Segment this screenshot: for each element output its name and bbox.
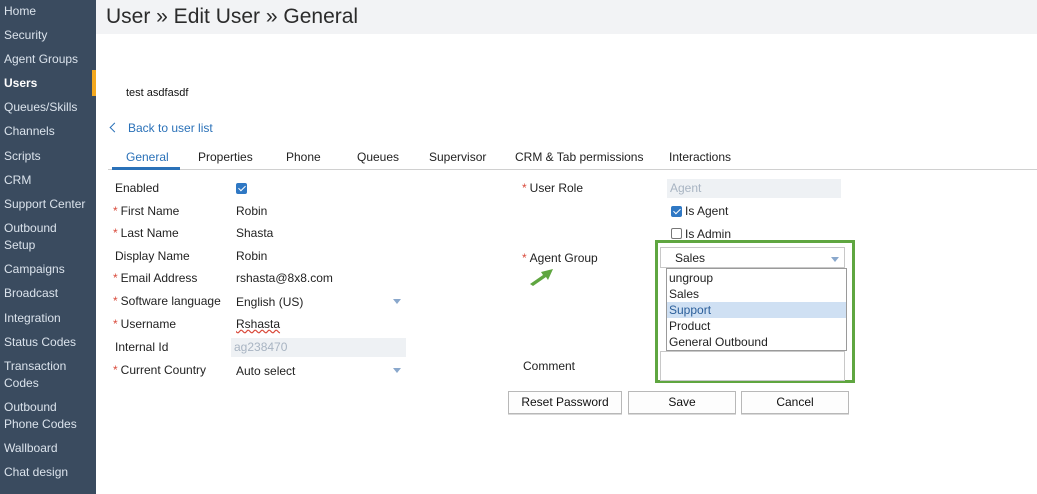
software-language-label: * Software language [113,294,221,308]
save-button[interactable]: Save [628,391,736,414]
username-label-text: Username [120,317,177,331]
required-marker: * [113,294,118,308]
sidebar-item-outbound-setup[interactable]: Outbound Setup [0,220,96,254]
display-name-label: Display Name [115,249,190,263]
internal-id-field: ag238470 [231,338,406,357]
tab-properties[interactable]: Properties [198,150,253,164]
green-arrow-icon [530,269,553,286]
is-agent-label: Is Agent [685,204,729,218]
tab-general[interactable]: General [126,150,169,164]
first-name-label: * First Name [113,204,179,218]
back-link-label: Back to user list [128,121,213,135]
cancel-button[interactable]: Cancel [741,391,849,414]
chevron-down-icon[interactable] [393,368,401,373]
sidebar-item-label: Codes [4,376,39,390]
sidebar-item-agent-groups[interactable]: Agent Groups [0,51,96,68]
user-role-label: * User Role [522,181,583,195]
agent-group-option-sales[interactable]: Sales [667,286,846,302]
sidebar: Home Security Agent Groups Users Queues/… [0,0,96,494]
agent-group-option-ungroup[interactable]: ungroup [667,270,846,286]
agent-group-select[interactable]: Sales [660,247,845,268]
sidebar-item-label: Outbound [4,221,57,235]
chevron-down-icon[interactable] [831,257,839,262]
email-field[interactable]: rshasta@8x8.com [236,271,333,285]
sidebar-item-home[interactable]: Home [0,3,96,20]
sidebar-item-scripts[interactable]: Scripts [0,148,96,165]
chevron-down-icon[interactable] [393,299,401,304]
user-role-label-text: User Role [529,181,584,195]
last-name-label: * Last Name [113,226,179,240]
internal-id-label: Internal Id [115,340,169,354]
last-name-label-text: Last Name [120,226,179,240]
required-marker: * [113,226,118,240]
email-label-text: Email Address [120,271,198,285]
agent-group-label: * Agent Group [522,251,598,265]
username-field[interactable]: Rshasta [236,317,280,331]
required-marker: * [113,363,118,377]
sidebar-item-outbound-phone-codes[interactable]: Outbound Phone Codes [0,399,96,433]
last-name-field[interactable]: Shasta [236,226,273,240]
enabled-checkbox[interactable] [236,183,247,194]
tab-phone[interactable]: Phone [286,150,321,164]
is-admin-label: Is Admin [685,227,732,241]
tab-queues[interactable]: Queues [357,150,399,164]
sidebar-item-support-center[interactable]: Support Center [0,196,96,213]
sidebar-item-label: Outbound [4,400,57,414]
agent-group-selected-value: Sales [675,251,706,265]
agent-group-label-text: Agent Group [529,251,598,265]
username-label: * Username [113,317,176,331]
first-name-field[interactable]: Robin [236,204,267,218]
is-agent-checkbox[interactable] [671,206,682,217]
sidebar-item-label: Phone Codes [4,417,77,431]
current-country-select[interactable]: Auto select [236,364,295,378]
agent-group-option-product[interactable]: Product [667,318,846,334]
software-language-select[interactable]: English (US) [236,295,303,309]
user-display-name: test asdfasdf [126,87,189,99]
chevron-left-icon [109,122,120,133]
sidebar-item-label: Setup [4,238,36,252]
reset-password-button[interactable]: Reset Password [508,391,622,414]
sidebar-item-crm[interactable]: CRM [0,172,96,189]
sidebar-item-channels[interactable]: Channels [0,123,96,140]
comment-label: Comment [523,359,576,373]
enabled-label: Enabled [115,181,160,195]
comment-field[interactable] [660,351,845,381]
is-admin-checkbox[interactable] [671,228,682,239]
sidebar-item-integration[interactable]: Integration [0,310,96,327]
sidebar-item-queues-skills[interactable]: Queues/Skills [0,99,96,116]
active-tab-underline [112,167,180,170]
required-marker: * [522,251,527,265]
tab-supervisor[interactable]: Supervisor [429,150,486,164]
required-marker: * [113,271,118,285]
tab-crm-tab-permissions[interactable]: CRM & Tab permissions [515,150,643,164]
sidebar-item-wallboard[interactable]: Wallboard [0,440,96,457]
agent-group-option-general-outbound[interactable]: General Outbound [667,334,846,350]
email-label: * Email Address [113,271,197,285]
sidebar-item-label: Transaction [4,359,67,373]
sidebar-item-transaction-codes[interactable]: Transaction Codes [0,358,96,392]
sidebar-item-status-codes[interactable]: Status Codes [0,334,96,351]
required-marker: * [113,317,118,331]
current-country-label-text: Current Country [120,363,207,377]
display-name-field[interactable]: Robin [236,249,267,263]
required-marker: * [522,181,527,195]
tabs-divider [108,169,1037,170]
sidebar-item-campaigns[interactable]: Campaigns [0,261,96,278]
required-marker: * [113,204,118,218]
page-title: User » Edit User » General [106,5,359,28]
active-indicator [92,70,96,96]
agent-group-dropdown-list: ungroup Sales Support Product General Ou… [666,268,847,351]
sidebar-item-security[interactable]: Security [0,27,96,44]
page-header: User » Edit User » General [96,0,1037,34]
first-name-label-text: First Name [120,204,180,218]
user-role-field: Agent [667,179,841,198]
sidebar-item-users[interactable]: Users [0,75,96,92]
sidebar-item-chat-design[interactable]: Chat design [0,464,96,481]
software-language-label-text: Software language [120,294,221,308]
tab-interactions[interactable]: Interactions [669,150,731,164]
current-country-label: * Current Country [113,363,206,377]
back-to-user-list-link[interactable]: Back to user list [108,121,213,135]
sidebar-item-broadcast[interactable]: Broadcast [0,285,96,302]
agent-group-option-support[interactable]: Support [667,302,846,318]
